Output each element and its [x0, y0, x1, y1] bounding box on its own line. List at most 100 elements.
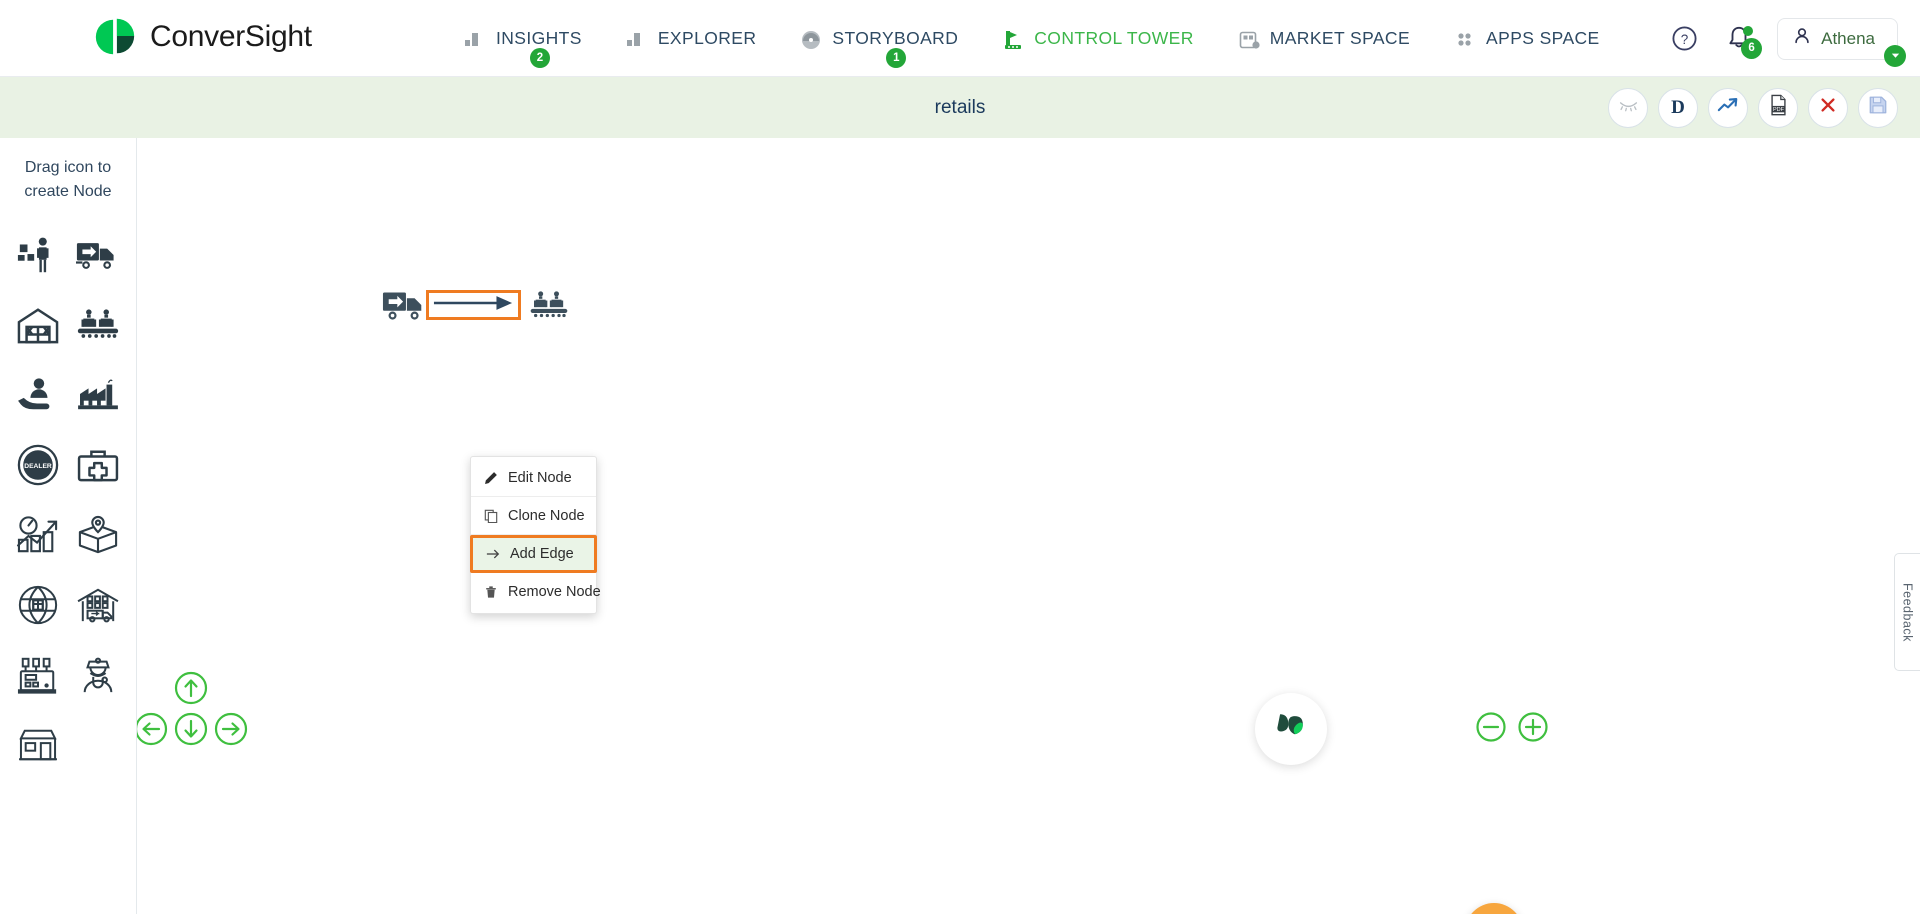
palette-item-performance-node[interactable]	[15, 512, 61, 558]
svg-text:?: ?	[1680, 32, 1688, 47]
zoom-in-button[interactable]	[1517, 711, 1549, 743]
palette-item-warehouse-node[interactable]	[15, 302, 61, 348]
copy-icon	[483, 508, 499, 524]
notifications-button[interactable]: 6	[1710, 13, 1768, 65]
nav-item-explorer[interactable]: EXPLORER	[604, 0, 779, 77]
context-menu-item-edit-node[interactable]: Edit Node	[471, 459, 596, 497]
header-right-actions: ? 6 Athena	[1658, 0, 1906, 77]
trending-up-icon	[1717, 96, 1739, 120]
pan-up-button[interactable]	[173, 670, 209, 706]
palette-item-tracking-node[interactable]	[75, 512, 121, 558]
notification-count-badge: 6	[1741, 37, 1763, 59]
export-pdf-button[interactable]: PDF	[1758, 87, 1798, 128]
hide-eye-button[interactable]	[1608, 87, 1648, 128]
palette-item-supervisor-node[interactable]	[15, 232, 61, 278]
canvas-menu-fab[interactable]	[1465, 903, 1523, 914]
nav-label: INSIGHTS	[496, 28, 582, 48]
flow-canvas[interactable]: Edit Node Clone Node Add Edge Remove Nod…	[137, 138, 1920, 914]
context-menu-item-clone-node[interactable]: Clone Node	[471, 497, 596, 535]
pan-right-button[interactable]	[213, 711, 249, 747]
box-location-pin-icon	[76, 515, 120, 555]
pdf-file-icon: PDF	[1769, 94, 1788, 121]
palette-item-factory-node[interactable]	[75, 372, 121, 418]
conversight-chat-button[interactable]	[1255, 693, 1327, 765]
nav-badge: 1	[886, 48, 907, 68]
palette-item-machinery-node[interactable]	[15, 652, 61, 698]
floppy-save-icon	[1868, 95, 1888, 120]
market-space-icon	[1238, 29, 1260, 49]
factory-icon	[76, 377, 120, 413]
data-button[interactable]: D	[1658, 87, 1698, 128]
machine-panel-icon	[17, 655, 59, 695]
letter-d-icon: D	[1671, 96, 1685, 118]
pan-left-button[interactable]	[137, 711, 169, 747]
globe-package-icon	[17, 584, 59, 626]
trend-button[interactable]	[1708, 87, 1748, 128]
user-menu-button[interactable]: Athena	[1777, 17, 1906, 67]
document-toolbar: retails D PDF	[0, 77, 1920, 138]
delivery-truck-node-icon[interactable]	[382, 286, 428, 324]
palette-item-technician-node[interactable]	[75, 652, 121, 698]
brand-logo[interactable]: ConverSight	[92, 14, 312, 60]
flow-node-group[interactable]	[382, 286, 569, 324]
pan-down-button[interactable]	[173, 711, 209, 747]
page-title: retails	[934, 96, 986, 118]
warehouse-icon	[16, 305, 60, 345]
palette-item-store-node[interactable]	[15, 722, 61, 768]
notification-new-dot	[1743, 25, 1754, 36]
first-aid-kit-icon	[76, 447, 120, 483]
assembly-line-node-icon[interactable]	[529, 289, 569, 321]
nav-item-control-tower[interactable]: CONTROL TOWER	[980, 0, 1215, 77]
arrow-right-edge-icon	[432, 294, 516, 317]
zoom-out-button[interactable]	[1475, 711, 1507, 743]
user-avatar-icon	[1792, 26, 1812, 51]
context-menu-label: Add Edge	[510, 546, 574, 562]
assembly-line-icon	[76, 307, 120, 343]
palette-hint-text: Drag icon to create Node	[24, 159, 112, 200]
palette-icon-grid: DEALER	[0, 232, 136, 768]
gauge-bar-chart-icon	[16, 515, 60, 555]
nav-item-insights[interactable]: INSIGHTS 2	[442, 0, 604, 77]
palette-item-customer-care-node[interactable]	[15, 372, 61, 418]
context-menu-item-remove-node[interactable]: Remove Node	[471, 573, 601, 611]
warehouse-truck-icon	[76, 586, 120, 624]
nav-item-storyboard[interactable]: STORYBOARD 1	[778, 0, 980, 77]
palette-item-medical-kit-node[interactable]	[75, 442, 121, 488]
brand-name: ConverSight	[150, 20, 312, 53]
bar-chart-icon	[464, 29, 486, 49]
svg-text:PDF: PDF	[1773, 107, 1785, 113]
context-menu-item-add-edge[interactable]: Add Edge	[470, 535, 597, 573]
feedback-label: Feedback	[1900, 582, 1915, 642]
nav-label: APPS SPACE	[1486, 28, 1600, 48]
apps-grid-icon	[1454, 29, 1476, 49]
chevron-down-icon[interactable]	[1884, 44, 1906, 67]
palette-item-dealer-node[interactable]: DEALER	[15, 442, 61, 488]
eye-closed-icon	[1618, 98, 1639, 118]
nav-label: CONTROL TOWER	[1034, 28, 1194, 48]
palette-item-assembly-node[interactable]	[75, 302, 121, 348]
palette-item-distribution-node[interactable]	[75, 582, 121, 628]
x-close-icon	[1819, 96, 1837, 119]
conversight-chat-icon	[1271, 707, 1311, 752]
nav-item-apps-space[interactable]: APPS SPACE	[1432, 0, 1622, 77]
worker-with-boxes-icon	[16, 233, 60, 277]
palette-item-global-node[interactable]	[15, 582, 61, 628]
conversight-logo-icon	[92, 14, 138, 60]
nav-item-market-space[interactable]: MARKET SPACE	[1216, 0, 1432, 77]
trash-icon	[483, 584, 499, 600]
feedback-tab[interactable]: Feedback	[1894, 553, 1920, 671]
delivery-truck-icon	[76, 237, 120, 273]
nav-label: STORYBOARD	[832, 28, 959, 48]
close-button[interactable]	[1808, 87, 1848, 128]
help-circle-icon[interactable]: ?	[1658, 13, 1710, 65]
nav-label: EXPLORER	[657, 28, 757, 48]
context-menu-label: Edit Node	[508, 469, 572, 486]
palette-item-shipping-node[interactable]	[75, 232, 121, 278]
storefront-icon	[17, 727, 59, 763]
svg-text:DEALER: DEALER	[24, 463, 52, 470]
nav-label: MARKET SPACE	[1269, 28, 1411, 48]
node-palette: Drag icon to create Node DEALER	[0, 138, 137, 914]
edge-selected-box[interactable]	[426, 290, 521, 320]
dealer-badge-icon: DEALER	[17, 444, 59, 486]
save-button[interactable]	[1858, 87, 1898, 128]
